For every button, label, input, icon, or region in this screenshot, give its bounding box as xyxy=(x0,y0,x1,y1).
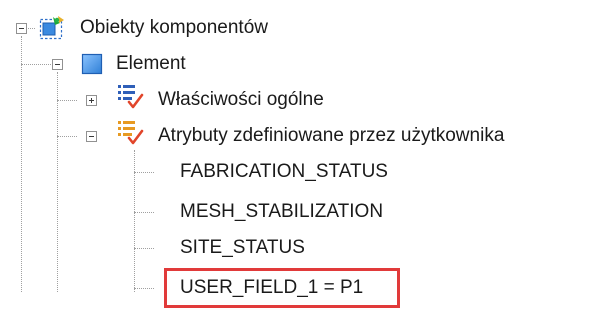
properties-checklist-icon xyxy=(116,82,146,118)
tree-line xyxy=(134,212,154,213)
tree-node-user-attributes-label[interactable]: Atrybuty zdefiniowane przez użytkownika xyxy=(158,125,504,147)
attribute-user-field-1[interactable]: USER_FIELD_1 = P1 xyxy=(180,277,363,299)
tree-line xyxy=(57,136,77,137)
tree-line xyxy=(134,172,154,173)
tree-line xyxy=(21,36,22,292)
tree-line xyxy=(134,248,154,249)
tree-node-root-label[interactable]: Obiekty komponentów xyxy=(80,17,268,39)
attribute-site-status[interactable]: SITE_STATUS xyxy=(180,237,305,259)
tree-node-element-label[interactable]: Element xyxy=(116,53,186,75)
user-attributes-checklist-icon xyxy=(116,118,146,154)
tree-node-general-properties-label[interactable]: Właściwości ogólne xyxy=(158,89,324,111)
component-objects-icon xyxy=(38,14,66,48)
attribute-fabrication-status[interactable]: FABRICATION_STATUS xyxy=(180,161,388,183)
tree-line xyxy=(57,100,77,101)
tree-line xyxy=(57,72,58,292)
collapse-element-toggle[interactable] xyxy=(52,59,63,70)
tree-line xyxy=(134,288,154,289)
attribute-mesh-stabilization[interactable]: MESH_STABILIZATION xyxy=(180,201,383,223)
component-tree: Obiekty komponentów Element Właściwości xyxy=(0,0,596,311)
collapse-root-toggle[interactable] xyxy=(16,23,27,34)
element-square-icon xyxy=(80,52,104,82)
collapse-user-attributes-toggle[interactable] xyxy=(86,131,97,142)
expand-general-properties-toggle[interactable] xyxy=(86,95,97,106)
